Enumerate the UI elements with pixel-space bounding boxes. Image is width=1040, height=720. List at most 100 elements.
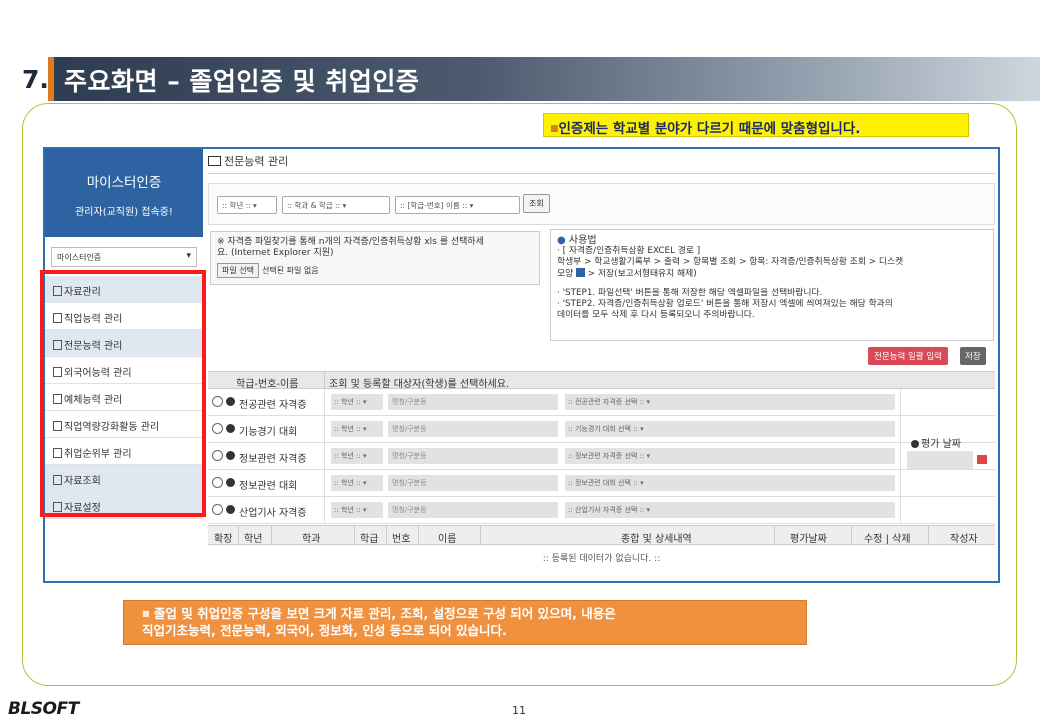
item-select[interactable]: :: 전공관련 자격증 선택 :: ▾ <box>565 394 895 410</box>
header-target-select: 조회 및 등록할 대상자(학생)를 선택하세요. <box>329 379 510 390</box>
category-label: 정보관련 대회 <box>239 481 298 492</box>
item-select[interactable]: :: 정보관련 자격증 선택 :: ▾ <box>565 448 895 464</box>
search-button[interactable]: 조회 <box>523 194 550 213</box>
module-select[interactable]: 마이스터인증 ▾ <box>51 247 197 267</box>
company-logo: BLSOFT <box>8 699 79 719</box>
check-circle-icon <box>226 424 235 433</box>
category-label: 산업기사 자격증 <box>239 508 307 519</box>
usage-line: > 저장(보고서형태유지 해제) <box>584 269 697 279</box>
item-select[interactable]: :: 정보관련 대회 선택 :: ▾ <box>565 475 895 491</box>
note-top: ■인증제는 학교별 분야가 다르기 때문에 맞춤형입니다. <box>543 113 969 137</box>
input-table: 학급-번호-이름 조회 및 등록할 대상자(학생)를 선택하세요. 전공관련 자… <box>208 371 995 524</box>
slide-number-badge: 7. <box>18 57 52 101</box>
header-accent <box>48 57 54 101</box>
list-header: 확장 학년 학과 학급 번호 이름 종합 및 상세내역 평가날짜 수정 | 삭제… <box>208 525 995 545</box>
name-input[interactable]: 명칭/구분등 <box>388 475 558 491</box>
usage-line: · 'STEP1. 파일선택' 버튼을 통해 저장한 해당 엑셀파일을 선택바랍… <box>557 288 823 298</box>
student-select[interactable]: :: [학급-번호] 이름 :: ▾ <box>395 196 520 214</box>
page-number: 11 <box>512 704 526 717</box>
col-name: 이름 <box>438 534 457 545</box>
category-label: 전공관련 자격증 <box>239 400 307 411</box>
category-radio[interactable] <box>212 504 223 515</box>
page-title: 전문능력 관리 <box>208 153 288 169</box>
category-label: 기능경기 대회 <box>239 427 298 438</box>
item-select[interactable]: :: 기능경기 대회 선택 :: ▾ <box>565 421 895 437</box>
col-edit-delete: 수정 | 삭제 <box>864 534 911 545</box>
col-grade: 학년 <box>244 534 263 545</box>
note-bottom-line: 졸업 및 취업인증 구성을 보면 크게 자료 관리, 조회, 설정으로 구성 되… <box>153 606 616 621</box>
input-table-header: 학급-번호-이름 조회 및 등록할 대상자(학생)를 선택하세요. <box>208 371 995 390</box>
col-number: 번호 <box>392 534 411 545</box>
check-circle-icon <box>226 451 235 460</box>
category-row: 정보관련 자격증 :: 학년 :: ▾ 명칭/구분등 :: 정보관련 자격증 선… <box>208 443 995 470</box>
usage-panel: ● 사용법 · [ 자격증/인증취득상황 EXCEL 경로 ] 학생부 > 학교… <box>550 229 994 341</box>
usage-line: · [ 자격증/인증취득상황 EXCEL 경로 ] <box>557 246 701 256</box>
empty-message: :: 등록된 데이터가 없습니다. :: <box>542 554 661 564</box>
category-row: 산업기사 자격증 :: 학년 :: ▾ 명칭/구분등 :: 산업기사 자격증 선… <box>208 497 995 524</box>
grade-select[interactable]: :: 학년 :: ▾ <box>331 394 383 410</box>
upload-panel: ※ 자격증 파일찾기를 통해 n개의 자격증/인증취득상황 xls 를 선택하세… <box>210 231 540 285</box>
col-author: 작성자 <box>950 534 978 545</box>
usage-line: 데이터를 모두 삭제 후 다시 등록되오니 주의바랍니다. <box>557 310 755 320</box>
usage-heading: 사용법 <box>568 235 597 246</box>
name-input[interactable]: 명칭/구분등 <box>388 448 558 464</box>
page-title-text: 전문능력 관리 <box>224 155 289 168</box>
name-input[interactable]: 명칭/구분등 <box>388 394 558 410</box>
grade-select[interactable]: :: 학년 :: ▾ <box>331 502 383 518</box>
monitor-icon <box>208 156 221 166</box>
department-select[interactable]: :: 학과 & 학급 :: ▾ <box>282 196 390 214</box>
grade-select[interactable]: :: 학년 :: ▾ <box>331 475 383 491</box>
save-button[interactable]: 저장 <box>960 347 986 365</box>
eval-date-cell: 평가 날짜 <box>900 389 995 524</box>
calendar-icon[interactable] <box>977 455 987 464</box>
check-circle-icon <box>911 440 919 448</box>
bulk-input-button[interactable]: 전문능력 일괄 입력 <box>868 347 948 365</box>
usage-line: 모양 <box>557 269 576 279</box>
grade-select[interactable]: :: 학년 :: ▾ <box>331 448 383 464</box>
save-icon <box>575 268 585 277</box>
file-select-button[interactable]: 파일 선택 <box>217 263 259 278</box>
col-expand: 확장 <box>214 534 233 545</box>
sidebar-title: 마이스터인증 <box>86 175 162 191</box>
sidebar-header: 마이스터인증 관리자(교직원) 접속중! <box>45 149 203 237</box>
category-row: 정보관련 대회 :: 학년 :: ▾ 명칭/구분등 :: 정보관련 대회 선택 … <box>208 470 995 497</box>
filter-bar: :: 학년 :: ▾ :: 학과 & 학급 :: ▾ :: [학급-번호] 이름… <box>208 183 995 225</box>
category-row: 기능경기 대회 :: 학년 :: ▾ 명칭/구분등 :: 기능경기 대회 선택 … <box>208 416 995 443</box>
category-row: 전공관련 자격증 :: 학년 :: ▾ 명칭/구분등 :: 전공관련 자격증 선… <box>208 389 995 416</box>
usage-line: 학생부 > 학교생활기록부 > 출력 > 항목별 조회 > 항목: 자격증/인증… <box>557 257 904 267</box>
module-select-value: 마이스터인증 <box>57 253 102 262</box>
item-select[interactable]: :: 산업기사 자격증 선택 :: ▾ <box>565 502 895 518</box>
category-label: 정보관련 자격증 <box>239 454 307 465</box>
grade-select[interactable]: :: 학년 :: ▾ <box>217 196 277 214</box>
category-radio[interactable] <box>212 423 223 434</box>
speech-bubble-icon: ● <box>557 235 566 246</box>
col-class: 학급 <box>360 534 379 545</box>
note-top-text: 인증제는 학교별 분야가 다르기 때문에 맞춤형입니다. <box>558 121 861 137</box>
col-eval-date: 평가날짜 <box>790 534 827 545</box>
eval-date-input[interactable] <box>907 451 973 469</box>
note-bottom-line: 직업기초능력, 전문능력, 외국어, 정보화, 인성 등으로 되어 있습니다. <box>142 623 507 638</box>
check-circle-icon <box>226 505 235 514</box>
upload-instruction-2: 요. (Internet Explorer 지원) <box>217 248 334 258</box>
category-radio[interactable] <box>212 477 223 488</box>
grade-select[interactable]: :: 학년 :: ▾ <box>331 421 383 437</box>
check-circle-icon <box>226 478 235 487</box>
upload-instruction-1: ※ 자격증 파일찾기를 통해 n개의 자격증/인증취득상황 xls 를 선택하세 <box>217 237 484 247</box>
col-department[interactable]: 학과 <box>302 530 320 545</box>
check-circle-icon <box>226 397 235 406</box>
category-radio[interactable] <box>212 396 223 407</box>
name-input[interactable]: 명칭/구분등 <box>388 421 558 437</box>
slide-title: 주요화면 – 졸업인증 및 취업인증 <box>64 67 420 96</box>
slide-number: 7. <box>22 65 49 94</box>
eval-date-label: 평가 날짜 <box>921 439 961 450</box>
highlight-box <box>40 270 206 517</box>
name-input[interactable]: 명칭/구분등 <box>388 502 558 518</box>
logo-text-a: BL <box>8 699 31 719</box>
sidebar-subtitle: 관리자(교직원) 접속중! <box>75 207 173 218</box>
usage-line: · 'STEP2. 자격증/인증취득상황 업로드' 버튼을 통해 저장시 엑셀에… <box>557 299 893 309</box>
header-class-number-name: 학급-번호-이름 <box>236 379 299 390</box>
col-detail: 종합 및 상세내역 <box>621 534 692 545</box>
category-radio[interactable] <box>212 450 223 461</box>
note-bottom: ■ 졸업 및 취업인증 구성을 보면 크게 자료 관리, 조회, 설정으로 구성… <box>123 600 807 645</box>
logo-text-b: SOFT <box>30 699 79 719</box>
